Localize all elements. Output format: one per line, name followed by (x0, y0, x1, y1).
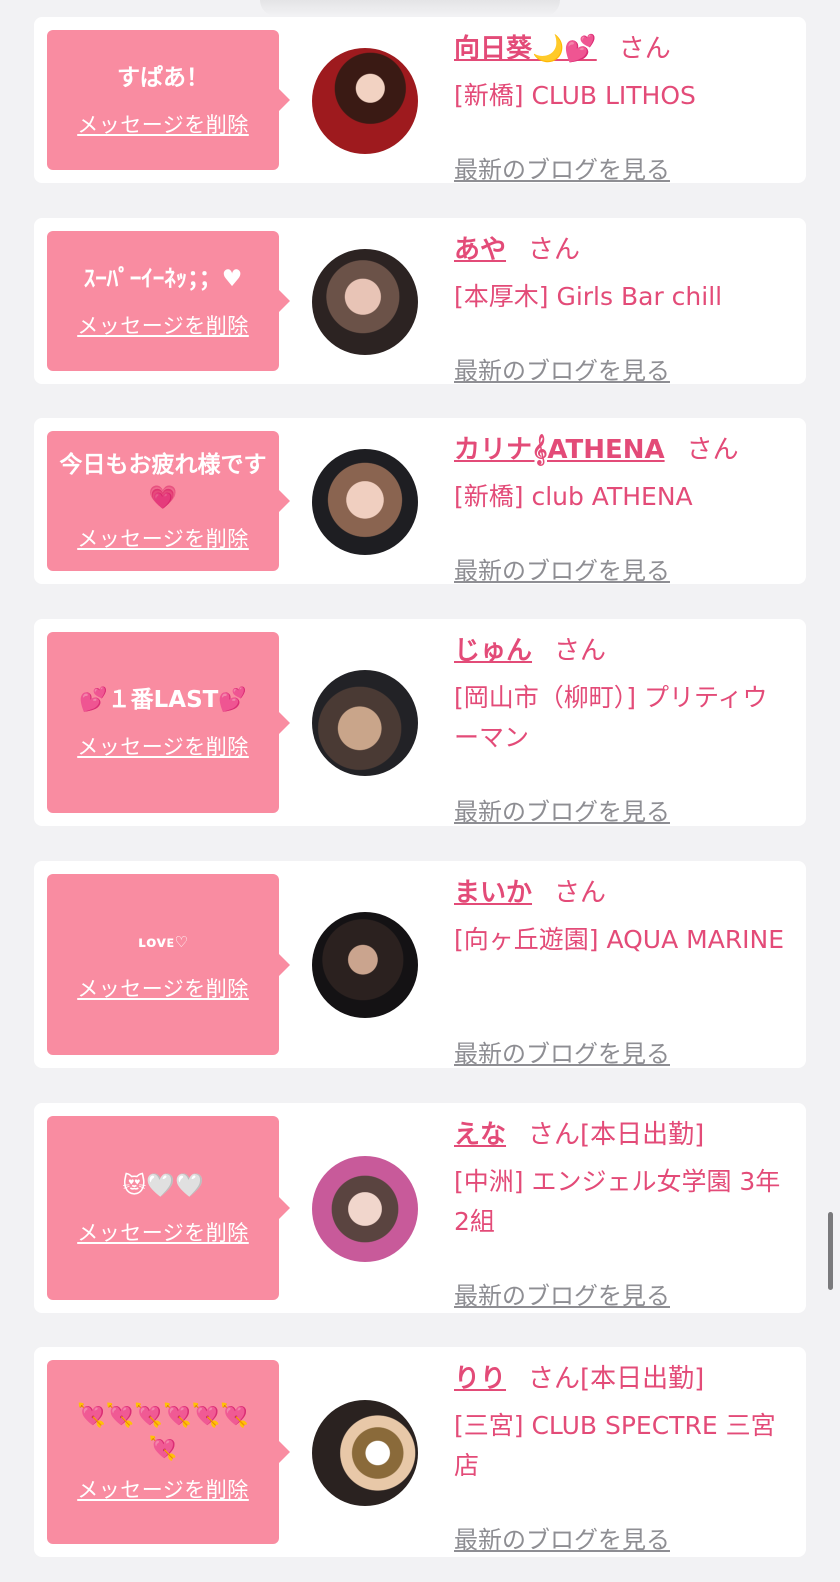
cast-info: まいか さん [向ヶ丘遊園] AQUA MARINE 最新のブログを見る (454, 876, 786, 1068)
shop-name: [新橋] CLUB LITHOS (454, 81, 696, 110)
message-card: ｽｰﾊﾟｰｲｰﾈｯ；；♥ メッセージを削除 あや さん [本厚木] Girls B… (34, 218, 806, 385)
shop-name: [新橋] club ATHENA (454, 482, 693, 511)
honorific: さん (528, 1364, 581, 1394)
delete-message-button[interactable]: メッセージを削除 (77, 109, 249, 139)
avatar[interactable] (312, 670, 418, 776)
attendance-status: [本日出勤] (580, 1120, 705, 1150)
message-text: 😻🤍🤍 (122, 1172, 204, 1199)
cast-info: 向日葵🌙💕 さん [新橋] CLUB LITHOS 最新のブログを見る (454, 32, 786, 184)
message-card: 💕１番LAST💕 メッセージを削除 じゅん さん [岡山市（柳町）] プリティウー… (34, 619, 806, 826)
scrollbar[interactable] (828, 1212, 833, 1290)
name-line: じゅん さん (454, 634, 786, 668)
delete-message-button[interactable]: メッセージを削除 (77, 1217, 249, 1247)
honorific: さん (618, 34, 671, 64)
delete-message-button[interactable]: メッセージを削除 (77, 310, 249, 340)
name-line: えな さん[本日出勤] (454, 1118, 786, 1152)
honorific: さん (554, 636, 607, 666)
shop-name: [岡山市（柳町）] プリティウーマン (454, 683, 768, 752)
message-text: ʟᴏᴠᴇ♡ (138, 933, 188, 951)
avatar[interactable] (312, 449, 418, 555)
message-bubble: すぱあ！ メッセージを削除 (47, 30, 290, 170)
latest-blog-link[interactable]: 最新のブログを見る (454, 150, 670, 185)
message-text: 💘💘💘💘💘💘💘 (77, 1403, 249, 1462)
avatar[interactable] (312, 1400, 418, 1506)
shop-name: [中洲] エンジェル女学園 3年2組 (454, 1167, 781, 1236)
message-card: ʟᴏᴠᴇ♡ メッセージを削除 まいか さん [向ヶ丘遊園] AQUA MARINE… (34, 861, 806, 1068)
cast-name-link[interactable]: あや (454, 235, 506, 265)
honorific: さん (686, 435, 739, 465)
latest-blog-link[interactable]: 最新のブログを見る (454, 351, 670, 386)
name-line: カリナ𝄞ATHENA さん (454, 433, 786, 467)
name-line: りり さん[本日出勤] (454, 1362, 786, 1396)
cast-info: えな さん[本日出勤] [中洲] エンジェル女学園 3年2組 最新のブログを見る (454, 1118, 786, 1310)
cast-name-link[interactable]: 向日葵🌙💕 (454, 34, 597, 64)
honorific: さん (554, 878, 607, 908)
cast-info: カリナ𝄞ATHENA さん [新橋] club ATHENA 最新のブログを見る (454, 433, 786, 585)
avatar[interactable] (312, 912, 418, 1018)
honorific: さん (528, 235, 581, 265)
latest-blog-link[interactable]: 最新のブログを見る (454, 1276, 670, 1311)
name-line: 向日葵🌙💕 さん (454, 32, 786, 66)
message-bubble: 今日もお疲れ様です💗 メッセージを削除 (47, 431, 290, 571)
avatar[interactable] (312, 1156, 418, 1262)
message-bubble: 💘💘💘💘💘💘💘 メッセージを削除 (47, 1360, 290, 1544)
delete-message-button[interactable]: メッセージを削除 (77, 1474, 249, 1504)
delete-message-button[interactable]: メッセージを削除 (77, 523, 249, 553)
message-card: 💘💘💘💘💘💘💘 メッセージを削除 りり さん[本日出勤] [三宮] CLUB SP… (34, 1347, 806, 1557)
message-text: すぱあ！ (117, 64, 209, 91)
avatar[interactable] (312, 249, 418, 355)
cast-name-link[interactable]: りり (454, 1364, 506, 1394)
cast-name-link[interactable]: カリナ𝄞ATHENA (454, 435, 665, 465)
message-card: 😻🤍🤍 メッセージを削除 えな さん[本日出勤] [中洲] エンジェル女学園 3年… (34, 1103, 806, 1313)
message-text: 💕１番LAST💕 (79, 687, 247, 713)
cast-info: じゅん さん [岡山市（柳町）] プリティウーマン 最新のブログを見る (454, 634, 786, 826)
name-line: あや さん (454, 233, 786, 267)
message-card: すぱあ！ メッセージを削除 向日葵🌙💕 さん [新橋] CLUB LITHOS 最… (34, 17, 806, 184)
shop-name: [三宮] CLUB SPECTRE 三宮店 (454, 1411, 776, 1480)
message-text: ｽｰﾊﾟｰｲｰﾈｯ；；♥ (83, 265, 243, 292)
delete-message-button[interactable]: メッセージを削除 (77, 731, 249, 761)
latest-blog-link[interactable]: 最新のブログを見る (454, 792, 670, 827)
message-card: 今日もお疲れ様です💗 メッセージを削除 カリナ𝄞ATHENA さん [新橋] cl… (34, 418, 806, 585)
avatar[interactable] (312, 48, 418, 154)
shop-name: [向ヶ丘遊園] AQUA MARINE (454, 925, 785, 954)
cast-info: りり さん[本日出勤] [三宮] CLUB SPECTRE 三宮店 最新のブログを… (454, 1362, 786, 1554)
shop-name: [本厚木] Girls Bar chill (454, 282, 723, 311)
cast-info: あや さん [本厚木] Girls Bar chill 最新のブログを見る (454, 233, 786, 385)
attendance-status: [本日出勤] (580, 1364, 705, 1394)
message-bubble: ʟᴏᴠᴇ♡ メッセージを削除 (47, 874, 290, 1055)
message-text: 今日もお疲れ様です💗 (59, 452, 267, 511)
top-shadow (260, 0, 560, 16)
delete-message-button[interactable]: メッセージを削除 (77, 973, 249, 1003)
honorific: さん (528, 1120, 581, 1150)
latest-blog-link[interactable]: 最新のブログを見る (454, 551, 670, 586)
message-bubble: 💕１番LAST💕 メッセージを削除 (47, 632, 290, 813)
cast-name-link[interactable]: じゅん (454, 636, 532, 666)
cast-name-link[interactable]: まいか (454, 878, 532, 908)
latest-blog-link[interactable]: 最新のブログを見る (454, 1034, 670, 1069)
cast-name-link[interactable]: えな (454, 1120, 506, 1150)
message-bubble: 😻🤍🤍 メッセージを削除 (47, 1116, 290, 1300)
message-bubble: ｽｰﾊﾟｰｲｰﾈｯ；；♥ メッセージを削除 (47, 231, 290, 371)
name-line: まいか さん (454, 876, 786, 910)
latest-blog-link[interactable]: 最新のブログを見る (454, 1520, 670, 1555)
